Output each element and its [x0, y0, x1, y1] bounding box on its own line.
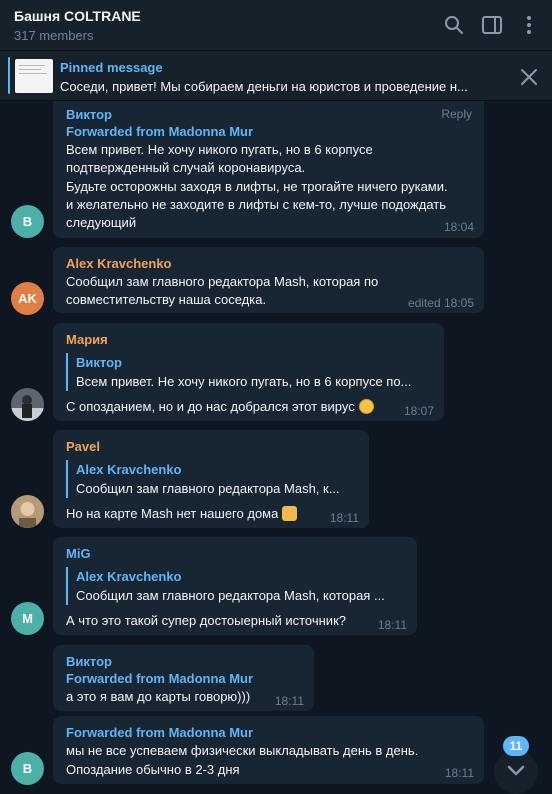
message-text: Но на карте Mash нет нашего дома [66, 506, 279, 521]
avatar[interactable]: M [11, 602, 44, 635]
pinned-thumbnail [15, 59, 53, 93]
close-icon[interactable] [518, 66, 540, 88]
reply-quote[interactable]: Alex Kravchenko Сообщил зам главного ред… [66, 567, 406, 605]
scroll-down-button[interactable] [494, 750, 538, 794]
message-bubble[interactable]: Pavel Alex Kravchenko Сообщил зам главно… [53, 430, 369, 528]
message-text-line: А что это такой супер достоыерный источн… [66, 613, 346, 628]
quote-sender: Виктор [76, 355, 122, 370]
message-text-line: а это я вам до карты говорю))) [66, 689, 251, 704]
quote-sender: Alex Kravchenko [76, 462, 182, 477]
message-text-line: Будьте осторожны заходя в лифты, не трог… [66, 179, 448, 194]
message-text-line: С опозданием, но и до нас добрался этот … [66, 399, 374, 414]
message-time: 18:11 [377, 618, 407, 632]
message-text-line: Всем привет. Не хочу никого пугать, но в… [66, 142, 373, 157]
avatar[interactable] [11, 495, 44, 528]
message-text-line: и желательно не заходите в лифты с кем-т… [66, 197, 447, 212]
reply-button[interactable]: Reply [441, 107, 472, 121]
shrug-emoji-icon [282, 506, 298, 521]
message-text-line: Сообщил зам главного редактора Mash, кот… [66, 274, 379, 289]
reply-quote[interactable]: Alex Kravchenko Сообщил зам главного ред… [66, 460, 358, 498]
sender-name[interactable]: Мария [66, 332, 108, 347]
pinned-title: Pinned message [60, 60, 163, 75]
message-bubble[interactable]: Мария Виктор Всем привет. Не хочу никого… [53, 323, 444, 421]
sidebar-toggle-icon[interactable] [481, 14, 503, 36]
forwarded-from[interactable]: Forwarded from Madonna Mur [66, 124, 253, 139]
message-bubble[interactable]: MiG Alex Kravchenko Сообщил зам главного… [53, 537, 417, 635]
grin-emoji-icon [358, 399, 374, 414]
avatar[interactable]: B [11, 205, 44, 238]
message-bubble[interactable]: Forwarded from Madonna Mur мы не все усп… [53, 716, 484, 784]
message-text-line: Но на карте Mash нет нашего дома [66, 506, 298, 521]
message-text-line: мы не все успеваем физически выкладывать… [66, 743, 419, 758]
message-time: 18:04 [443, 220, 474, 234]
more-icon[interactable] [518, 14, 540, 36]
sender-name[interactable]: Pavel [66, 439, 100, 454]
chevron-down-icon [507, 765, 525, 776]
message-bubble[interactable]: Виктор Forwarded from Madonna Mur а это … [53, 645, 314, 711]
message-bubble[interactable]: Alex Kravchenko Сообщил зам главного ред… [53, 247, 484, 313]
quote-text: Сообщил зам главного редактора Mash, к..… [76, 481, 340, 496]
message-time: 18:11 [329, 511, 359, 525]
sender-name[interactable]: Alex Kravchenko [66, 256, 172, 271]
quote-text: Сообщил зам главного редактора Mash, кот… [76, 588, 385, 603]
sender-name[interactable]: Виктор [66, 654, 112, 669]
message-text: С опозданием, но и до нас добрался этот … [66, 399, 355, 414]
avatar[interactable]: AK [11, 282, 44, 315]
sender-name[interactable]: MiG [66, 546, 91, 561]
search-icon[interactable] [443, 14, 465, 36]
pinned-message-bar[interactable]: Pinned message Соседи, привет! Мы собира… [0, 51, 552, 101]
unread-count-badge[interactable]: 11 [503, 736, 529, 756]
message-text-line: Опоздание обычно в 2-3 дня [66, 762, 240, 777]
chat-header[interactable]: Башня COLTRANE 317 members [0, 0, 552, 51]
reply-quote[interactable]: Виктор Всем привет. Не хочу никого пугат… [66, 353, 433, 391]
message-text-line: совместительству наша соседка. [66, 292, 267, 307]
avatar[interactable] [11, 388, 44, 421]
message-bubble[interactable]: Виктор Reply Forwarded from Madonna Mur … [53, 101, 484, 238]
quote-text: Всем привет. Не хочу никого пугать, но в… [76, 374, 412, 389]
message-text-line: подтвержденный случай коронавируса. [66, 160, 306, 175]
message-time: 18:11 [444, 766, 474, 780]
forwarded-from[interactable]: Forwarded from Madonna Mur [66, 725, 253, 740]
avatar[interactable]: B [11, 752, 44, 785]
quote-sender: Alex Kravchenko [76, 569, 182, 584]
member-count[interactable]: 317 members [14, 28, 93, 43]
message-time: edited 18:05 [407, 296, 474, 310]
pinned-text: Соседи, привет! Мы собираем деньги на юр… [60, 79, 468, 94]
forwarded-from[interactable]: Forwarded from Madonna Mur [66, 671, 253, 686]
message-time: 18:07 [403, 404, 434, 418]
pinned-accent-bar [8, 57, 10, 94]
message-time: 18:11 [274, 694, 304, 708]
message-text-line: следующий [66, 215, 137, 230]
chat-title[interactable]: Башня COLTRANE [14, 8, 141, 24]
sender-name[interactable]: Виктор [66, 107, 112, 122]
